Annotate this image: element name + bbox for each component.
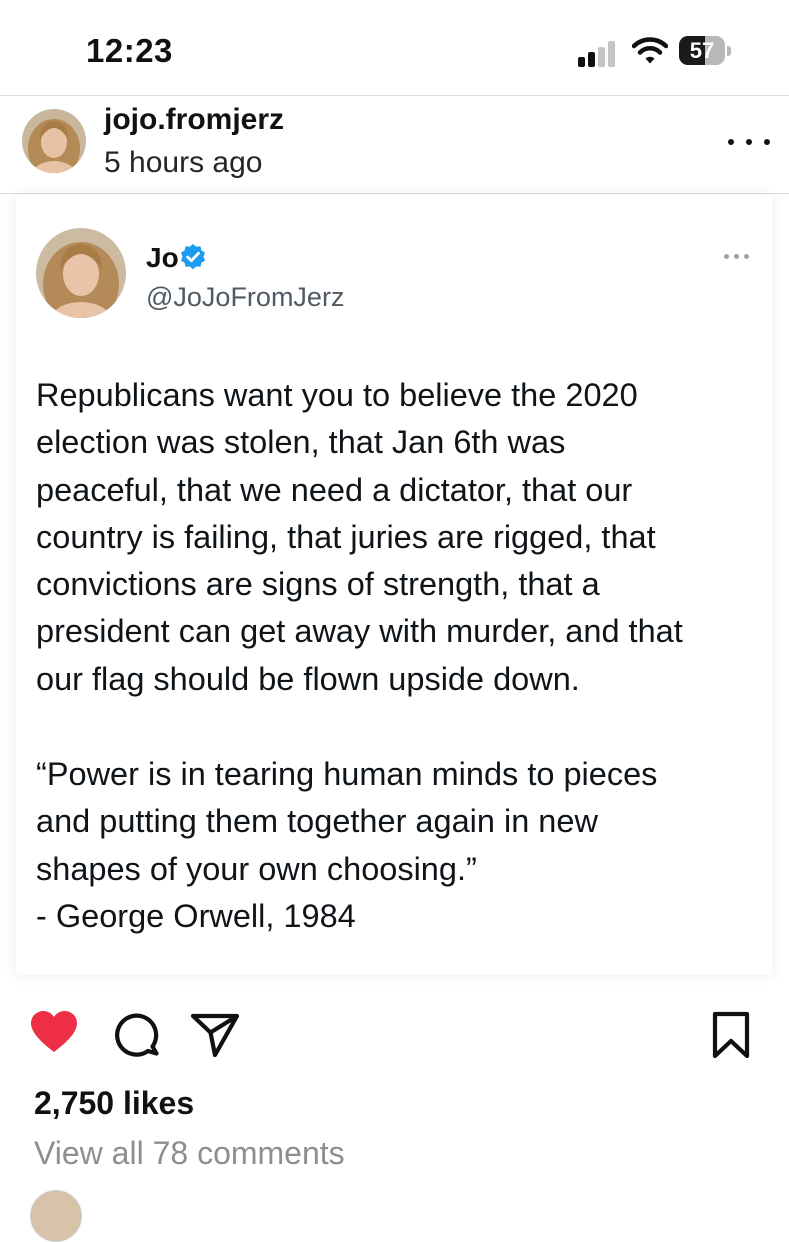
user-avatar[interactable]	[22, 109, 86, 173]
comment-icon[interactable]	[112, 1010, 160, 1058]
divider	[0, 193, 789, 194]
verified-badge-icon	[181, 244, 205, 270]
tweet-display-name: Jo	[146, 242, 179, 273]
tweet-body: Republicans want you to believe the 2020…	[36, 377, 683, 697]
tweet-avatar	[36, 228, 126, 318]
tweet-quote: “Power is in tearing human minds to piec…	[36, 756, 658, 934]
post-timestamp: 5 hours ago	[104, 146, 263, 179]
battery-level: 57	[689, 38, 715, 63]
likes-count[interactable]: 2,750 likes	[34, 1085, 194, 1122]
status-bar: 12:23 57	[0, 0, 789, 95]
cellular-signal-icon	[578, 41, 618, 67]
share-icon[interactable]	[190, 1012, 240, 1058]
action-bar	[0, 1005, 789, 1065]
post-username[interactable]: jojo.fromjerz	[104, 103, 284, 137]
embedded-tweet-card: Jo @JoJoFromJerz Republicans want you to…	[16, 195, 772, 975]
wifi-icon	[632, 37, 668, 64]
bookmark-icon[interactable]	[711, 1011, 751, 1059]
status-time: 12:23	[86, 32, 173, 69]
more-horizontal-icon	[722, 251, 752, 261]
more-horizontal-icon[interactable]	[726, 129, 772, 153]
tweet-handle: @JoJoFromJerz	[146, 282, 345, 312]
post-header: jojo.fromjerz 5 hours ago	[0, 96, 789, 193]
view-comments-link[interactable]: View all 78 comments	[34, 1135, 345, 1172]
heart-icon[interactable]	[30, 1010, 78, 1054]
battery-icon: 57	[679, 36, 731, 67]
commenter-avatar	[30, 1190, 82, 1242]
